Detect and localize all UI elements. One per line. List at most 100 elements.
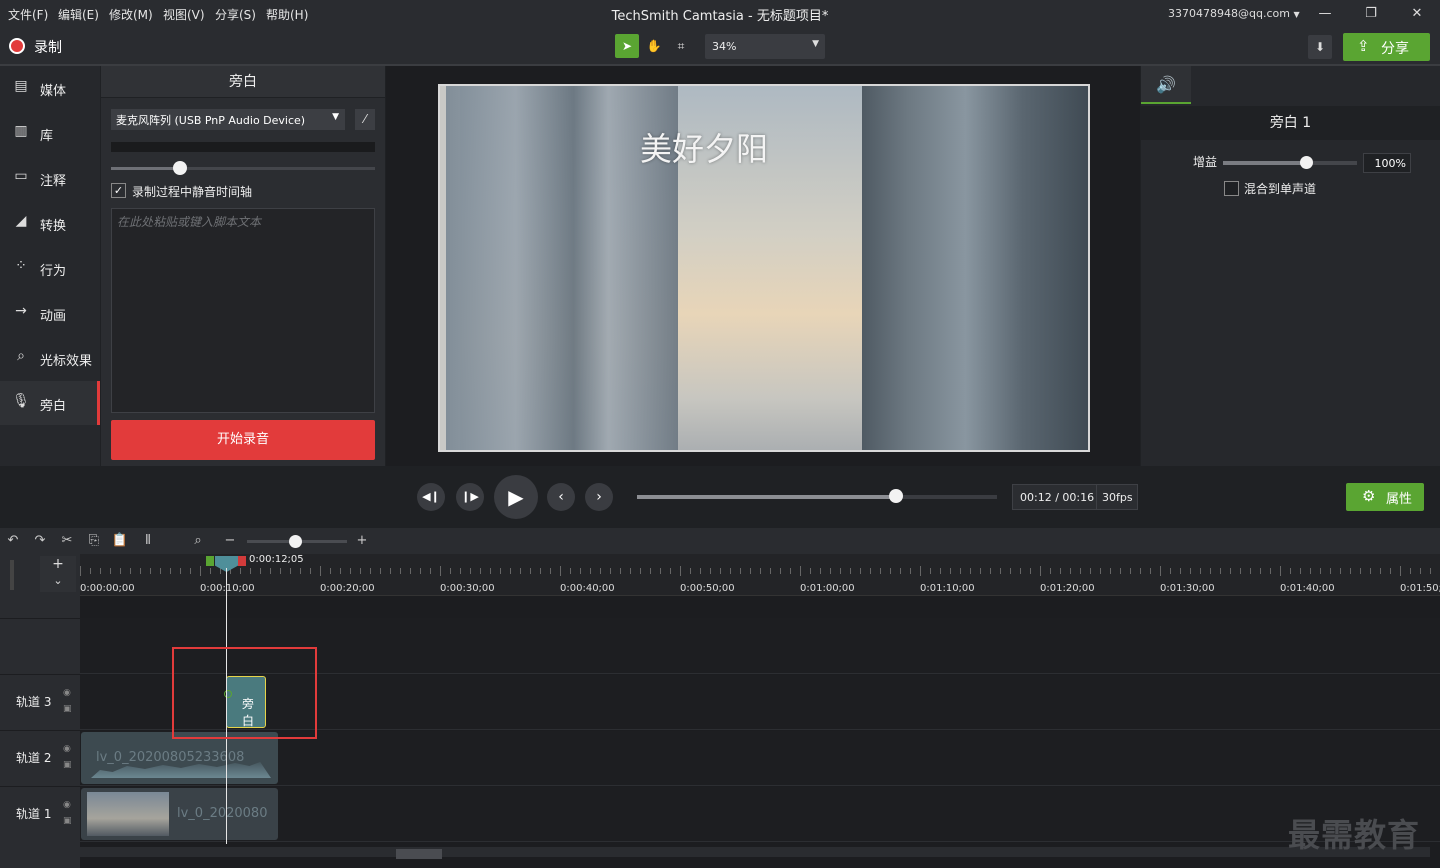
out-point-handle[interactable]: [238, 556, 246, 566]
properties-button[interactable]: ⚙ 属性: [1346, 483, 1424, 511]
lock-icon[interactable]: ▣: [63, 816, 72, 826]
ruler-tick: [970, 568, 971, 574]
lock-icon[interactable]: ▣: [63, 760, 72, 770]
scrollbar-thumb[interactable]: [396, 849, 442, 859]
timeline-zoom-slider[interactable]: [247, 535, 347, 548]
hand-icon[interactable]: ✋: [642, 34, 666, 58]
undo-icon[interactable]: ↶: [4, 532, 22, 550]
eye-icon[interactable]: ◉: [63, 688, 71, 698]
ruler-tick: [1420, 568, 1421, 574]
maximize-icon[interactable]: ❐: [1357, 3, 1385, 25]
minimize-icon[interactable]: —: [1311, 3, 1339, 25]
nav-item-narration[interactable]: 🎙 旁白: [0, 381, 100, 425]
ruler-tick: [600, 568, 601, 574]
close-icon[interactable]: ✕: [1403, 3, 1431, 25]
ruler-tick: [280, 568, 281, 574]
menu-share[interactable]: 分享(S): [215, 6, 256, 23]
nav-item-media[interactable]: ▤ 媒体: [0, 66, 100, 110]
eye-icon[interactable]: ◉: [63, 800, 71, 810]
pointer-icon[interactable]: ➤: [615, 34, 639, 58]
audio-tab[interactable]: 🔊: [1141, 66, 1191, 104]
menu-modify[interactable]: 修改(M): [109, 6, 153, 23]
playhead-time: 0:00:12;05: [249, 554, 304, 565]
gain-handle[interactable]: [1300, 156, 1314, 169]
next-marker-icon[interactable]: ›: [585, 483, 613, 511]
cut-icon[interactable]: ✂: [58, 532, 76, 550]
script-textarea[interactable]: 在此处粘贴或键入脚本文本: [111, 208, 375, 413]
mic-volume-slider[interactable]: [111, 161, 375, 175]
redo-icon[interactable]: ↷: [31, 532, 49, 550]
ruler-label: 0:01:50;: [1400, 583, 1440, 594]
zoom-in-icon[interactable]: +: [353, 532, 371, 550]
nav-item-cursor-effects[interactable]: ⌕ 光标效果: [0, 336, 100, 380]
mic-volume-fill: [111, 167, 180, 170]
search-icon[interactable]: ⌕: [189, 532, 207, 550]
account-menu[interactable]: 3370478948@qq.com ▼: [1168, 7, 1300, 20]
collapse-tracks-icon[interactable]: ⌄: [40, 574, 76, 592]
add-track-button[interactable]: +: [40, 556, 76, 574]
gain-slider[interactable]: [1223, 156, 1357, 169]
track-height-slider[interactable]: [10, 560, 14, 590]
ruler-tick: [650, 568, 651, 574]
share-label: 分享: [1381, 41, 1409, 57]
track-2: [80, 731, 1440, 786]
start-recording-button[interactable]: 开始录音: [111, 420, 375, 460]
gain-value-field[interactable]: 100%: [1363, 153, 1411, 173]
ruler-tick: [320, 566, 321, 576]
ruler-tick: [1150, 568, 1151, 574]
ruler-tick: [770, 568, 771, 574]
nav-item-library[interactable]: ▥ 库: [0, 111, 100, 155]
audio-clip[interactable]: lv_0_20200805233608: [81, 732, 278, 784]
eye-icon[interactable]: ◉: [63, 744, 71, 754]
ruler-label: 0:01:30;00: [1160, 583, 1215, 594]
mute-timeline-checkbox[interactable]: ✓: [111, 183, 126, 198]
narration-panel: 旁白 麦克风阵列 (USB PnP Audio Device) ▼ ⁄ ✓ 录制…: [101, 66, 385, 466]
menu-view[interactable]: 视图(V): [163, 6, 205, 23]
ruler-tick: [110, 568, 111, 574]
ruler-tick: [400, 568, 401, 574]
nav-item-animations[interactable]: → 动画: [0, 291, 100, 335]
ruler-tick: [490, 568, 491, 574]
split-icon[interactable]: ⫴: [139, 532, 157, 550]
scrubber-handle[interactable]: [889, 489, 904, 503]
in-point-handle[interactable]: [206, 556, 214, 566]
crop-icon[interactable]: ⌗: [669, 34, 693, 58]
video-preview[interactable]: 美好夕阳: [438, 84, 1090, 452]
playback-scrubber[interactable]: [637, 489, 997, 503]
zoom-out-icon[interactable]: −: [221, 532, 239, 550]
step-back-icon[interactable]: ◀❙: [417, 483, 445, 511]
microphone-select[interactable]: 麦克风阵列 (USB PnP Audio Device) ▼: [111, 109, 345, 130]
timeline-zoom-handle[interactable]: [289, 535, 302, 548]
ruler-tick: [470, 568, 471, 574]
clip-label: lv_0_2020080: [177, 806, 268, 821]
download-icon[interactable]: ⬇: [1308, 35, 1332, 59]
paste-icon[interactable]: 📋: [111, 532, 129, 550]
video-clip[interactable]: lv_0_2020080: [81, 788, 278, 840]
ruler-tick: [1080, 568, 1081, 574]
menu-edit[interactable]: 编辑(E): [58, 6, 99, 23]
ruler-tick: [700, 568, 701, 574]
record-button[interactable]: 录制: [0, 28, 80, 64]
play-icon[interactable]: ▶: [494, 475, 538, 519]
menu-file[interactable]: 文件(F): [8, 6, 48, 23]
wand-icon[interactable]: ⁄: [355, 109, 375, 130]
panel-title: 旁白: [101, 66, 385, 98]
zoom-select[interactable]: 34% ▼: [705, 34, 825, 59]
ruler-tick: [1060, 568, 1061, 574]
nav-item-transitions[interactable]: ◢ 转换: [0, 201, 100, 245]
ruler-tick: [210, 568, 211, 574]
step-forward-icon[interactable]: ❙▶: [456, 483, 484, 511]
ruler-tick: [1000, 568, 1001, 574]
share-button[interactable]: ⇪ 分享: [1343, 33, 1430, 61]
mic-volume-handle[interactable]: [172, 161, 187, 175]
horizontal-scrollbar[interactable]: [80, 847, 1430, 859]
ruler-tick: [240, 568, 241, 574]
copy-icon[interactable]: ⎘: [85, 532, 103, 550]
menu-help[interactable]: 帮助(H): [266, 6, 308, 23]
mix-mono-checkbox[interactable]: [1224, 181, 1239, 196]
menu-bar: 文件(F) 编辑(E) 修改(M) 视图(V) 分享(S) 帮助(H) Tech…: [0, 0, 1440, 28]
previous-marker-icon[interactable]: ‹: [547, 483, 575, 511]
nav-item-behaviors[interactable]: ⁘ 行为: [0, 246, 100, 290]
lock-icon[interactable]: ▣: [63, 704, 72, 714]
nav-item-annotations[interactable]: ▭ 注释: [0, 156, 100, 200]
